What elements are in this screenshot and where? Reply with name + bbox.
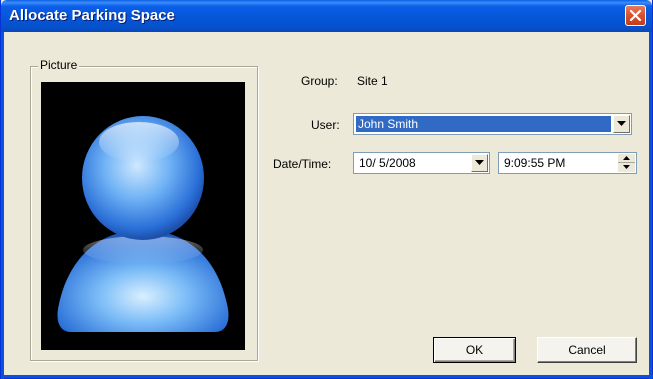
chevron-down-icon (475, 160, 484, 165)
close-icon (629, 9, 642, 22)
chevron-down-icon (617, 121, 626, 126)
close-button[interactable] (625, 5, 646, 26)
group-value: Site 1 (357, 74, 388, 88)
window-border-bottom (1, 375, 653, 378)
person-silhouette-icon (57, 116, 229, 332)
time-spin-buttons[interactable] (618, 154, 635, 172)
user-label: User: (311, 118, 340, 132)
person-picture (41, 82, 245, 350)
spin-down-button[interactable] (618, 163, 635, 172)
date-dropdown-button[interactable] (471, 154, 488, 172)
time-value: 9:09:55 PM (504, 156, 566, 170)
user-selected-value: John Smith (356, 116, 611, 132)
date-picker[interactable]: 10/ 5/2008 (353, 152, 490, 174)
arrow-down-icon (623, 165, 630, 169)
window-border-left (1, 32, 4, 379)
cancel-button[interactable]: Cancel (537, 337, 637, 363)
window-border-right (649, 32, 652, 379)
arrow-up-icon (623, 156, 630, 160)
ok-button[interactable]: OK (433, 337, 516, 363)
window-title: Allocate Parking Space (9, 7, 175, 24)
user-dropdown[interactable]: John Smith (353, 113, 632, 135)
group-label: Group: (301, 74, 338, 88)
title-bar[interactable]: Allocate Parking Space (1, 0, 652, 32)
time-spinner[interactable]: 9:09:55 PM (498, 152, 637, 174)
user-dropdown-button[interactable] (613, 115, 630, 133)
spin-up-button[interactable] (618, 154, 635, 163)
dialog-window: Allocate Parking Space Picture Group: Si… (0, 0, 653, 379)
datetime-label: Date/Time: (273, 157, 332, 171)
picture-legend: Picture (38, 58, 80, 72)
date-value: 10/ 5/2008 (359, 156, 416, 170)
